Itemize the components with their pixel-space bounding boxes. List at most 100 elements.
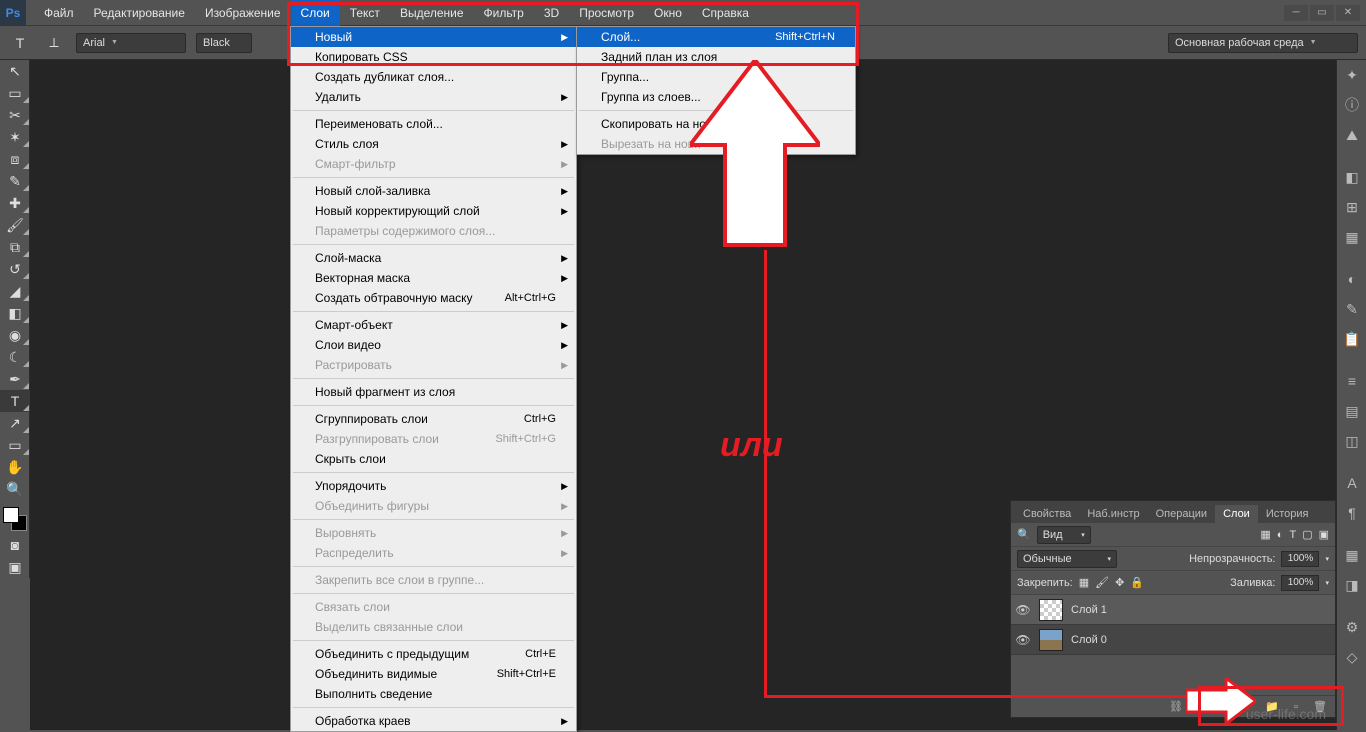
menu-item[interactable]: Стиль слоя▶: [291, 134, 576, 154]
color-icon[interactable]: ◧: [1337, 162, 1366, 192]
menu-text[interactable]: Текст: [340, 0, 390, 26]
menu-item[interactable]: Обработка краев▶: [291, 711, 576, 731]
blur-tool-icon[interactable]: ◉: [0, 324, 30, 346]
menu-3d[interactable]: 3D: [534, 0, 569, 26]
color-swatches[interactable]: [0, 504, 30, 534]
history-brush-icon[interactable]: ↺: [0, 258, 30, 280]
menu-item[interactable]: Новый фрагмент из слоя: [291, 382, 576, 402]
menu-item[interactable]: Удалить▶: [291, 87, 576, 107]
wand-tool-icon[interactable]: ✶: [0, 126, 30, 148]
menu-item[interactable]: Скрыть слои: [291, 449, 576, 469]
type-tool-icon[interactable]: T: [0, 390, 30, 412]
font-family-select[interactable]: Arial▼: [76, 33, 186, 53]
layer-thumb[interactable]: [1039, 629, 1063, 651]
tab-layers[interactable]: Слои: [1215, 505, 1258, 523]
histogram-icon[interactable]: ✦: [1337, 60, 1366, 90]
eyedropper-tool-icon[interactable]: ✎: [0, 170, 30, 192]
text-orient-icon[interactable]: ⟂: [42, 31, 66, 55]
menu-view[interactable]: Просмотр: [569, 0, 644, 26]
filter-type-icon[interactable]: T: [1289, 529, 1296, 541]
marquee-tool-icon[interactable]: ▭: [0, 82, 30, 104]
adjustments-icon[interactable]: ◐: [1337, 264, 1366, 294]
screenmode-icon[interactable]: ▣: [0, 556, 30, 578]
maximize-icon[interactable]: ▭: [1310, 5, 1334, 21]
layer-name[interactable]: Слой 0: [1071, 634, 1107, 646]
shape-tool-icon[interactable]: ▭: [0, 434, 30, 456]
quickmask-icon[interactable]: ◙: [0, 534, 30, 556]
paths-icon[interactable]: ◇: [1337, 642, 1366, 672]
fill-value[interactable]: 100%: [1281, 575, 1319, 591]
tool-preset-icon[interactable]: ⚙: [1337, 612, 1366, 642]
comp-icon[interactable]: ◨: [1337, 570, 1366, 600]
menu-item[interactable]: Создать обтравочную маскуAlt+Ctrl+G: [291, 288, 576, 308]
menu-file[interactable]: Файл: [34, 0, 84, 26]
filter-adjust-icon[interactable]: ◐: [1277, 529, 1284, 541]
heal-tool-icon[interactable]: ✚: [0, 192, 30, 214]
filter-pixel-icon[interactable]: ▦: [1260, 528, 1270, 541]
menu-image[interactable]: Изображение: [195, 0, 291, 26]
menu-select[interactable]: Выделение: [390, 0, 474, 26]
lock-all-icon[interactable]: 🔒: [1130, 576, 1144, 589]
lasso-tool-icon[interactable]: ✂: [0, 104, 30, 126]
stamp-tool-icon[interactable]: ⧉: [0, 236, 30, 258]
opacity-value[interactable]: 100%: [1281, 551, 1319, 567]
menu-help[interactable]: Справка: [692, 0, 759, 26]
eraser-tool-icon[interactable]: ◢: [0, 280, 30, 302]
move-tool-icon[interactable]: ↖: [0, 60, 30, 82]
text-tool-icon[interactable]: T: [8, 31, 32, 55]
filter-kind-select[interactable]: Вид▾: [1037, 526, 1091, 544]
navigator-icon[interactable]: ⛰: [1337, 120, 1366, 150]
gradient-tool-icon[interactable]: ◧: [0, 302, 30, 324]
menu-item[interactable]: Объединить видимыеShift+Ctrl+E: [291, 664, 576, 684]
info-icon[interactable]: ⓘ: [1337, 90, 1366, 120]
lock-transparent-icon[interactable]: ▦: [1079, 576, 1089, 589]
libraries-icon[interactable]: ▦: [1337, 540, 1366, 570]
para-icon[interactable]: ¶: [1337, 498, 1366, 528]
pen-tool-icon[interactable]: ✒: [0, 368, 30, 390]
menu-item[interactable]: Новый▶: [291, 27, 576, 47]
menu-item[interactable]: Выполнить сведение: [291, 684, 576, 704]
brushes-icon[interactable]: ≡: [1337, 366, 1366, 396]
visibility-icon[interactable]: 👁: [1015, 633, 1031, 647]
menu-item[interactable]: Создать дубликат слоя...: [291, 67, 576, 87]
layer-row[interactable]: 👁 Слой 1: [1011, 595, 1335, 625]
tab-properties[interactable]: Свойства: [1015, 505, 1079, 523]
char-icon[interactable]: A: [1337, 468, 1366, 498]
tab-toolpresets[interactable]: Наб.инстр: [1079, 505, 1147, 523]
blend-mode-select[interactable]: Обычные▾: [1017, 550, 1117, 568]
swatches-icon[interactable]: ⊞: [1337, 192, 1366, 222]
layer-name[interactable]: Слой 1: [1071, 604, 1107, 616]
menu-item[interactable]: Слои видео▶: [291, 335, 576, 355]
brush-tool-icon[interactable]: 🖌: [0, 214, 30, 236]
filter-shape-icon[interactable]: ▢: [1302, 528, 1312, 541]
visibility-icon[interactable]: 👁: [1015, 603, 1031, 617]
menu-item[interactable]: Копировать CSS: [291, 47, 576, 67]
layer-row[interactable]: 👁 Слой 0: [1011, 625, 1335, 655]
menu-filter[interactable]: Фильтр: [474, 0, 534, 26]
menu-item[interactable]: Сгруппировать слоиCtrl+G: [291, 409, 576, 429]
menu-item[interactable]: Слой-маска▶: [291, 248, 576, 268]
menu-item[interactable]: Смарт-объект▶: [291, 315, 576, 335]
minimize-icon[interactable]: ─: [1284, 5, 1308, 21]
lock-position-icon[interactable]: ✥: [1115, 576, 1124, 589]
menu-item[interactable]: Новый слой-заливка▶: [291, 181, 576, 201]
menu-item[interactable]: Слой...Shift+Ctrl+N: [577, 27, 855, 47]
styles-icon[interactable]: ▦: [1337, 222, 1366, 252]
menu-item[interactable]: Векторная маска▶: [291, 268, 576, 288]
close-icon[interactable]: ✕: [1336, 5, 1360, 21]
workspace-select[interactable]: Основная рабочая среда▼: [1168, 33, 1358, 53]
dodge-tool-icon[interactable]: ☾: [0, 346, 30, 368]
fg-color-swatch[interactable]: [3, 507, 19, 523]
layers-icon[interactable]: ▤: [1337, 396, 1366, 426]
tab-actions[interactable]: Операции: [1148, 505, 1215, 523]
menu-layers[interactable]: Слои: [291, 0, 340, 26]
menu-item[interactable]: Переименовать слой...: [291, 114, 576, 134]
link-icon[interactable]: ⛓: [1167, 698, 1185, 716]
lock-paint-icon[interactable]: 🖌: [1095, 576, 1109, 589]
filter-smart-icon[interactable]: ▣: [1319, 528, 1329, 541]
hand-tool-icon[interactable]: ✋: [0, 456, 30, 478]
layer-thumb[interactable]: [1039, 599, 1063, 621]
font-style-select[interactable]: Black: [196, 33, 252, 53]
actions-icon[interactable]: 📋: [1337, 324, 1366, 354]
menu-item[interactable]: Объединить с предыдущимCtrl+E: [291, 644, 576, 664]
